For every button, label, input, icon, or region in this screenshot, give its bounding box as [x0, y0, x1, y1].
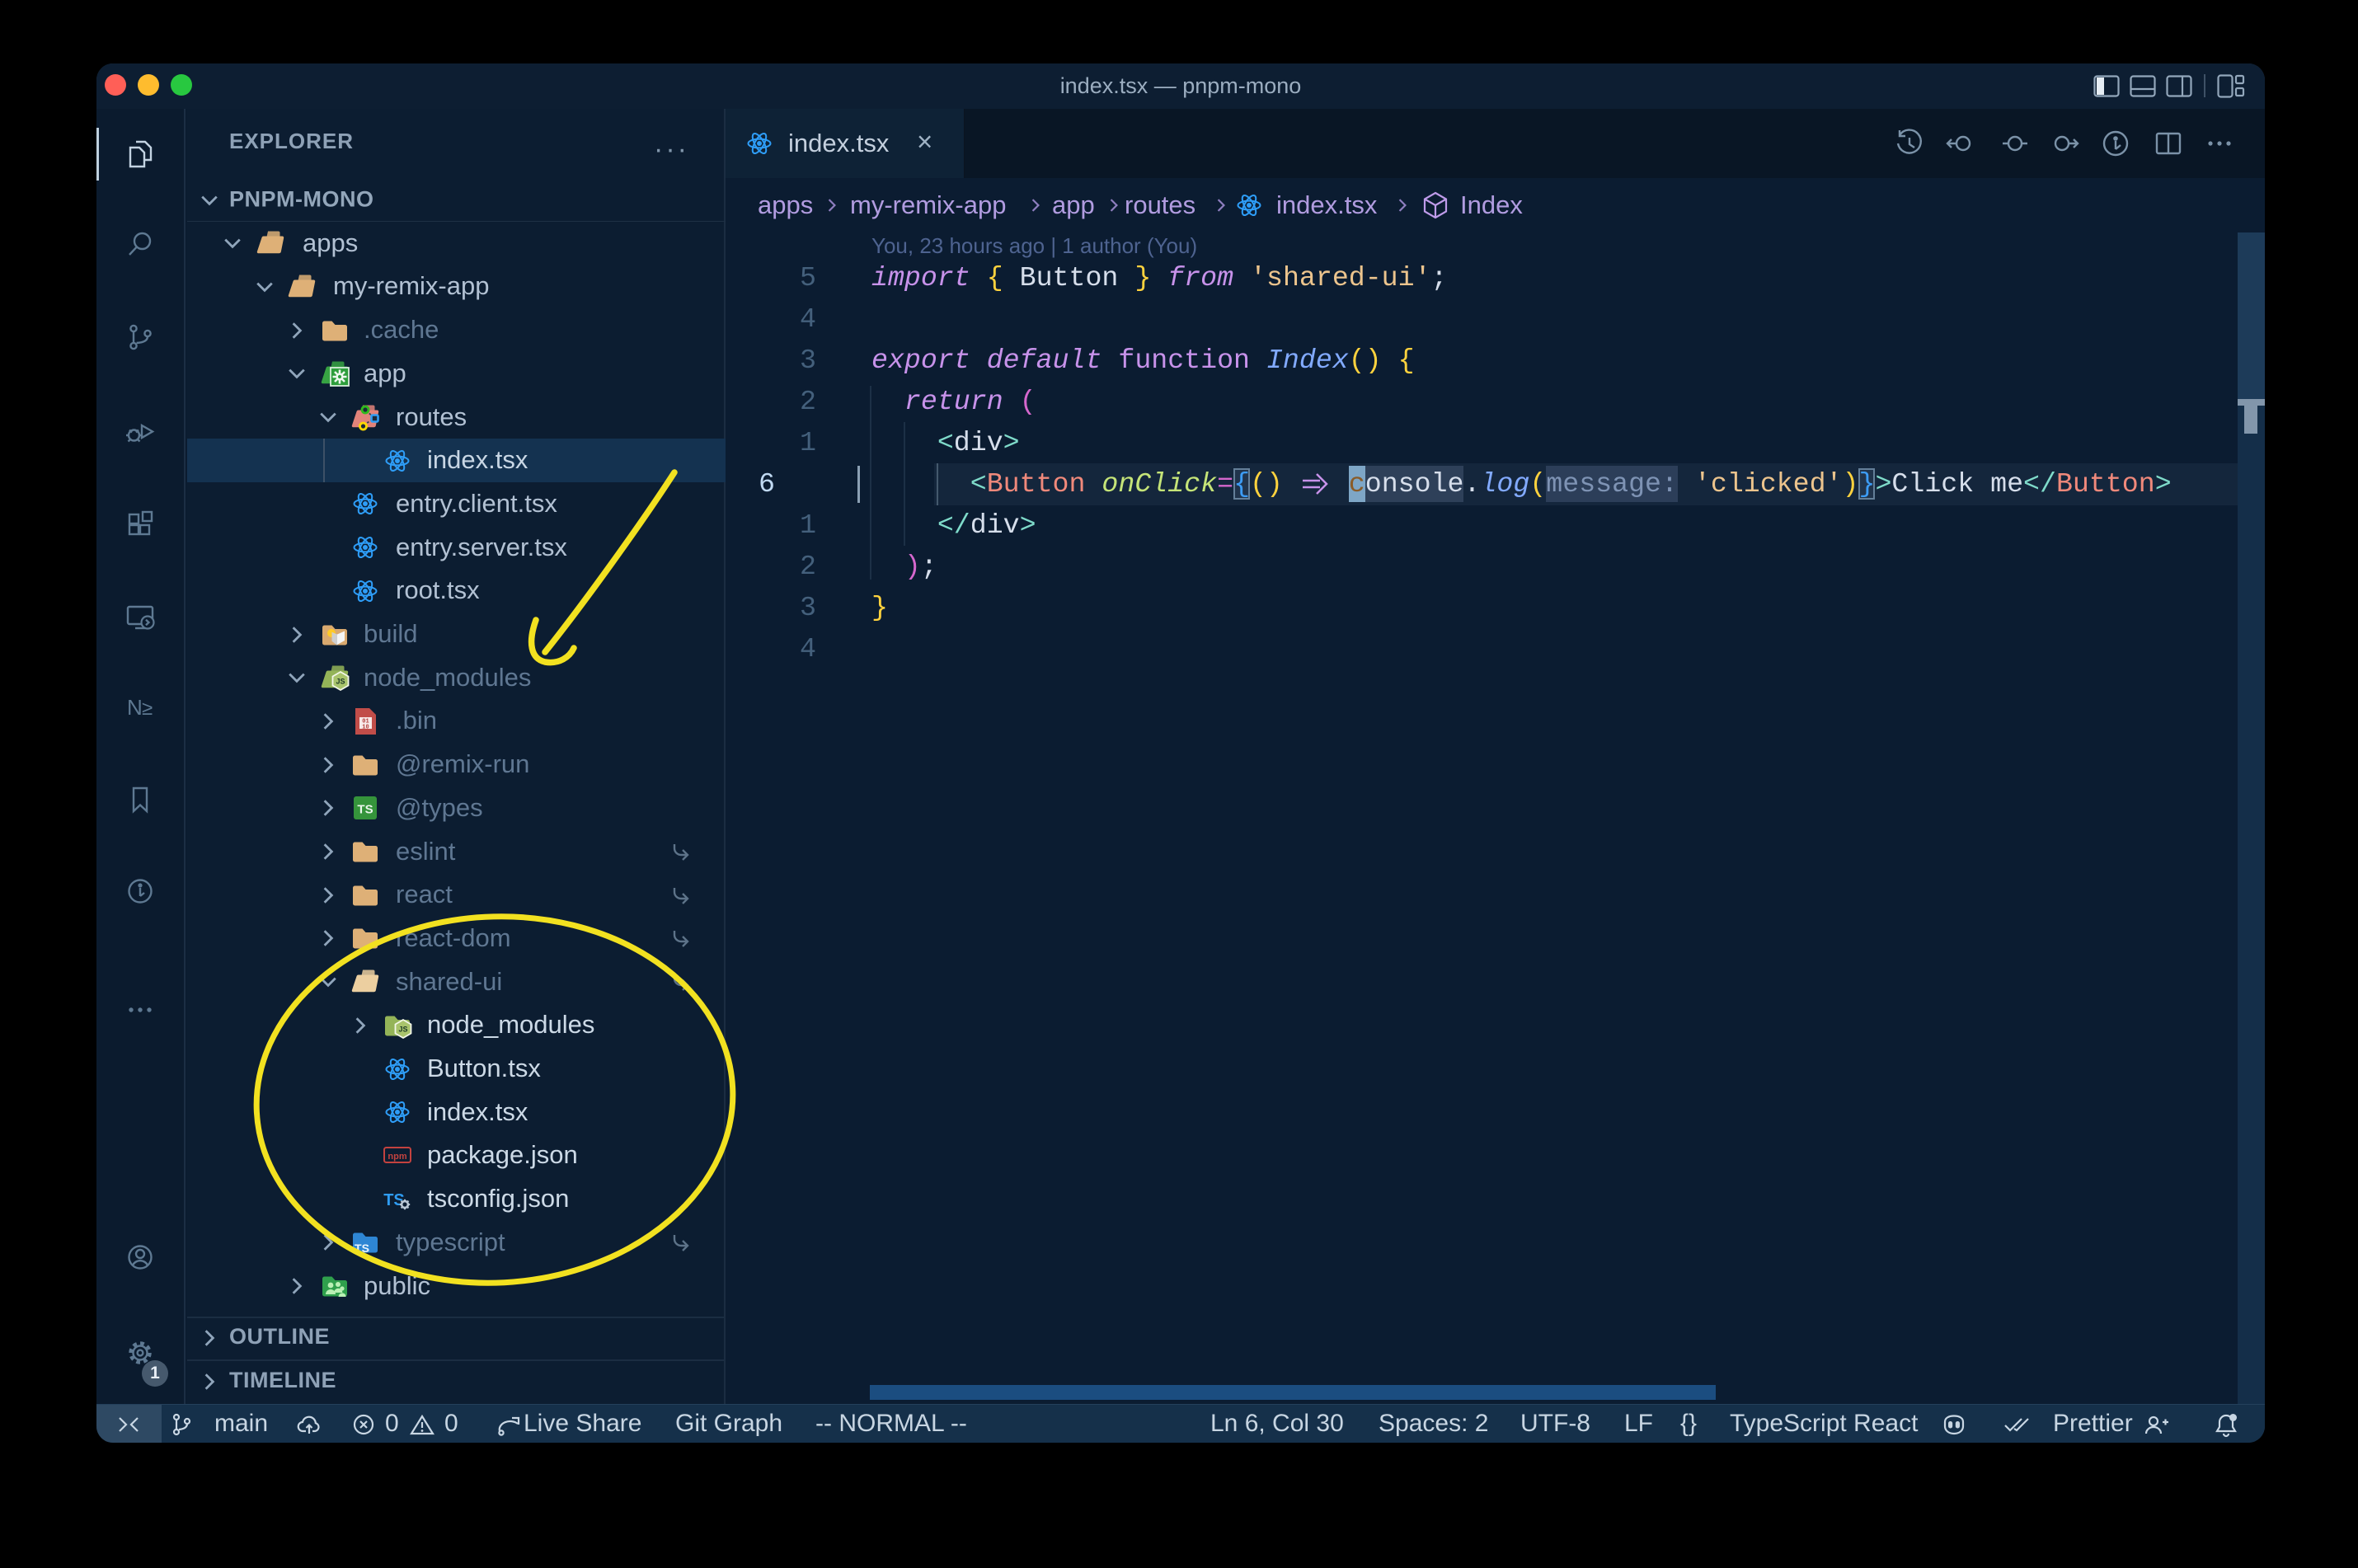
svg-text:npm: npm [388, 1152, 406, 1162]
svg-text:≥: ≥ [142, 697, 153, 720]
svg-text:JS: JS [398, 1025, 407, 1033]
svg-text:JS: JS [336, 678, 345, 686]
svg-text:TS: TS [357, 803, 373, 817]
svg-text:N: N [127, 695, 143, 720]
svg-text:TS: TS [355, 1242, 369, 1255]
svg-text:10: 10 [362, 724, 369, 730]
